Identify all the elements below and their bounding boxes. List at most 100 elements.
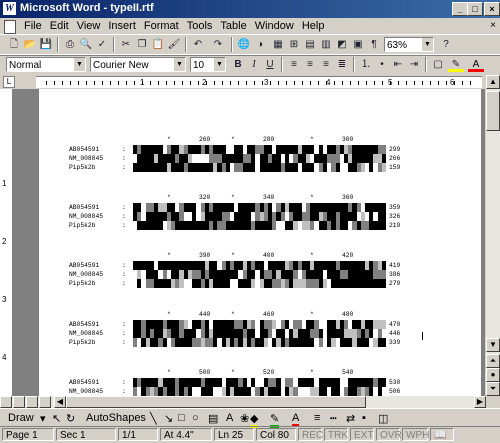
free-rotate-icon[interactable]: ↻ bbox=[66, 412, 75, 425]
horizontal-ruler[interactable]: L 1 2 3 4 5 6 bbox=[0, 75, 486, 89]
menu-edit[interactable]: Edit bbox=[46, 19, 73, 33]
menu-format[interactable]: Format bbox=[140, 19, 183, 33]
status-ovr[interactable]: OVR bbox=[376, 428, 402, 441]
tab-selector[interactable]: L bbox=[3, 76, 15, 88]
3d-icon[interactable]: ◫ bbox=[378, 412, 388, 425]
document-icon[interactable] bbox=[4, 20, 16, 34]
increase-indent-icon[interactable]: ⇥ bbox=[406, 57, 422, 72]
decrease-indent-icon[interactable]: ⇤ bbox=[390, 57, 406, 72]
cut-icon[interactable]: ✂ bbox=[118, 37, 134, 52]
bold-icon[interactable]: B bbox=[230, 57, 246, 72]
menu-view[interactable]: View bbox=[73, 19, 105, 33]
draw-menu-button[interactable]: Draw bbox=[8, 412, 34, 424]
shadow-icon[interactable]: ▪ bbox=[362, 412, 366, 424]
status-rec[interactable]: REC bbox=[298, 428, 323, 441]
horizontal-scrollbar[interactable]: ◀ ▶ bbox=[0, 396, 486, 408]
border-icon[interactable]: ▢ bbox=[430, 57, 446, 72]
style-combo[interactable]: Normal ▼ bbox=[6, 57, 86, 72]
justify-icon[interactable]: ≣ bbox=[334, 57, 350, 72]
outline-view-button[interactable] bbox=[39, 396, 51, 408]
word-app-icon[interactable]: W bbox=[3, 2, 16, 15]
help-icon[interactable]: ? bbox=[438, 37, 454, 52]
format-painter-icon[interactable]: 🖌 bbox=[166, 37, 182, 52]
web-toolbar-icon[interactable]: ◑ bbox=[252, 37, 268, 52]
copy-icon[interactable]: ❐ bbox=[134, 37, 150, 52]
show-hide-icon[interactable]: ¶ bbox=[366, 37, 382, 52]
print-icon[interactable]: ⎙ bbox=[62, 37, 78, 52]
insert-excel-icon[interactable]: ▤ bbox=[302, 37, 318, 52]
web-layout-view-button[interactable] bbox=[13, 396, 25, 408]
font-color-draw-icon[interactable]: A bbox=[292, 412, 300, 427]
undo-icon[interactable]: ↶ bbox=[190, 37, 206, 52]
drawing-icon[interactable]: ◩ bbox=[334, 37, 350, 52]
text-box-icon[interactable]: ▤ bbox=[208, 412, 218, 425]
redo-icon[interactable]: ↷ bbox=[210, 37, 226, 52]
select-browse-object-button[interactable]: ● bbox=[486, 368, 500, 382]
normal-view-button[interactable] bbox=[0, 396, 12, 408]
menu-insert[interactable]: Insert bbox=[104, 19, 140, 33]
italic-icon[interactable]: I bbox=[246, 57, 262, 72]
maximize-button[interactable]: □ bbox=[467, 2, 483, 16]
print-layout-view-button[interactable] bbox=[26, 396, 38, 408]
autoshapes-menu-button[interactable]: AutoShapes bbox=[86, 412, 146, 424]
vertical-scrollbar[interactable]: ▲ ▼ ⏶ ● ⏷ bbox=[486, 75, 500, 396]
new-document-icon[interactable]: 🗋 bbox=[6, 37, 22, 52]
previous-page-button[interactable]: ⏶ bbox=[486, 354, 500, 368]
clip-art-icon[interactable]: ❀ bbox=[240, 412, 249, 425]
menu-file[interactable]: File bbox=[20, 19, 46, 33]
chevron-down-icon[interactable]: ▾ bbox=[40, 412, 46, 425]
next-page-button[interactable]: ⏷ bbox=[486, 382, 500, 396]
tables-borders-icon[interactable]: ▦ bbox=[270, 37, 286, 52]
bullets-icon[interactable]: • bbox=[374, 57, 390, 72]
columns-icon[interactable]: ▥ bbox=[318, 37, 334, 52]
font-color-icon[interactable]: A bbox=[468, 57, 484, 72]
document-close-icon[interactable]: × bbox=[490, 20, 496, 31]
document-map-icon[interactable]: ▣ bbox=[350, 37, 366, 52]
numbering-icon[interactable]: ⒈ bbox=[358, 57, 374, 72]
print-preview-icon[interactable]: 🔍 bbox=[78, 37, 94, 52]
zoom-combo[interactable]: 63% ▼ bbox=[384, 37, 434, 52]
underline-icon[interactable]: U bbox=[262, 57, 278, 72]
font-size-combo[interactable]: 10 ▼ bbox=[190, 57, 226, 72]
save-icon[interactable]: 💾 bbox=[38, 37, 54, 52]
scroll-thumb[interactable] bbox=[486, 91, 500, 131]
align-left-icon[interactable]: ≡ bbox=[286, 57, 302, 72]
arrow-style-icon[interactable]: ⇄ bbox=[346, 412, 355, 425]
chevron-down-icon[interactable]: ▼ bbox=[213, 58, 225, 71]
menu-tools[interactable]: Tools bbox=[183, 19, 217, 33]
line-style-icon[interactable]: ≡ bbox=[314, 412, 320, 424]
horizontal-scroll-thumb[interactable] bbox=[66, 396, 366, 408]
scroll-right-button[interactable]: ▶ bbox=[474, 396, 486, 408]
chevron-down-icon[interactable]: ▼ bbox=[173, 58, 185, 71]
close-button[interactable]: × bbox=[484, 2, 500, 16]
document-page[interactable]: * 260 * 280 * 300 AB054591: 299 NM_008845: 266 Pip… bbox=[39, 89, 481, 396]
minimize-button[interactable]: _ bbox=[452, 2, 468, 16]
menu-help[interactable]: Help bbox=[298, 19, 329, 33]
oval-icon[interactable]: ○ bbox=[192, 412, 199, 424]
menu-window[interactable]: Window bbox=[251, 19, 298, 33]
menu-table[interactable]: Table bbox=[216, 19, 250, 33]
status-trk[interactable]: TRK bbox=[324, 428, 348, 441]
spelling-status-icon[interactable]: 📖 bbox=[430, 428, 454, 441]
dash-style-icon[interactable]: ┅ bbox=[330, 412, 337, 425]
status-ext[interactable]: EXT bbox=[350, 428, 374, 441]
status-wph[interactable]: WPH bbox=[402, 428, 429, 441]
highlight-icon[interactable]: ✎ bbox=[448, 57, 464, 72]
align-center-icon[interactable]: ≡ bbox=[302, 57, 318, 72]
select-objects-icon[interactable]: ↖ bbox=[52, 412, 61, 425]
scroll-down-button[interactable]: ▼ bbox=[486, 338, 500, 352]
chevron-down-icon[interactable]: ▼ bbox=[73, 58, 85, 71]
rectangle-icon[interactable]: □ bbox=[178, 412, 185, 424]
line-icon[interactable]: ╲ bbox=[150, 412, 157, 425]
paste-icon[interactable]: 📋 bbox=[150, 37, 166, 52]
align-right-icon[interactable]: ≡ bbox=[318, 57, 334, 72]
insert-table-icon[interactable]: ⊞ bbox=[286, 37, 302, 52]
scroll-left-button[interactable]: ◀ bbox=[54, 396, 66, 408]
spelling-icon[interactable]: ✓ bbox=[94, 37, 110, 52]
open-folder-icon[interactable]: 📂 bbox=[22, 37, 38, 52]
scroll-up-button[interactable]: ▲ bbox=[486, 75, 500, 89]
wordart-icon[interactable]: A bbox=[226, 412, 233, 424]
font-combo[interactable]: Courier New ▼ bbox=[90, 57, 186, 72]
chevron-down-icon[interactable]: ▼ bbox=[421, 38, 433, 51]
arrow-icon[interactable]: ↘ bbox=[164, 412, 173, 425]
